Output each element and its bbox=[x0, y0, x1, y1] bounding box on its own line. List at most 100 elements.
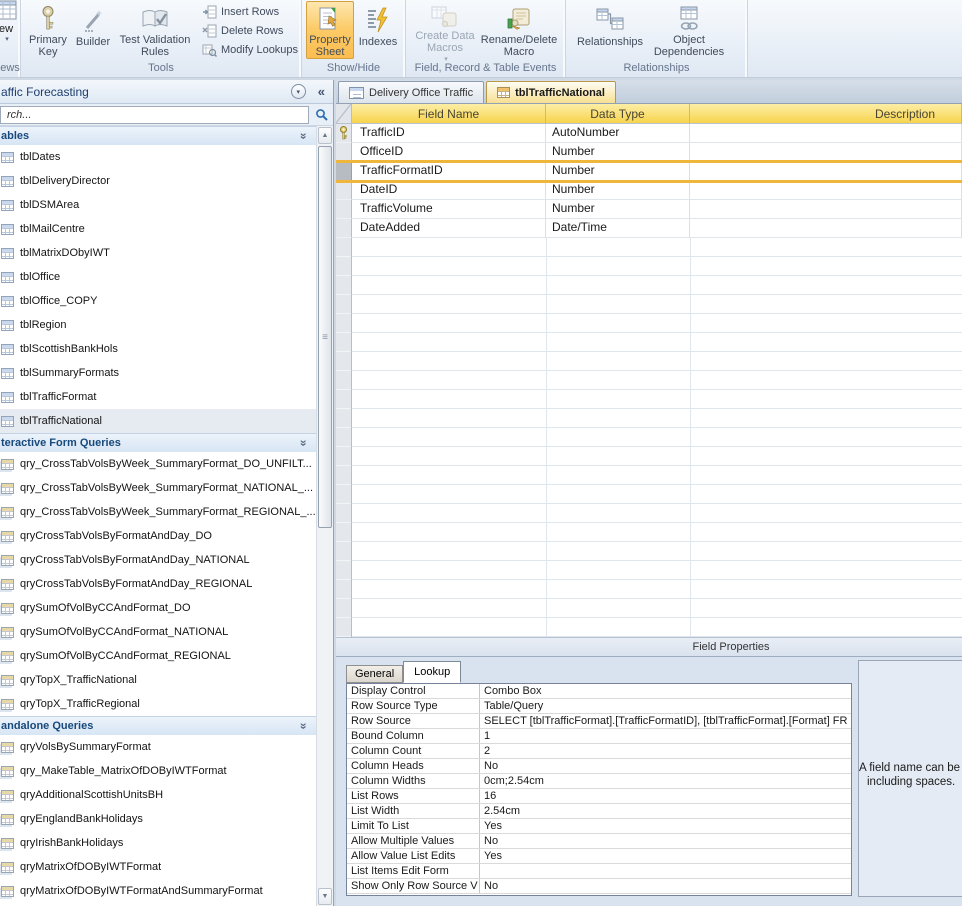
chevron-up-icon[interactable]: « bbox=[296, 440, 310, 447]
field-name-cell[interactable]: DateID bbox=[352, 181, 546, 200]
property-row[interactable]: List Items Edit Form bbox=[347, 864, 851, 879]
row-selector[interactable] bbox=[336, 219, 352, 238]
field-name-cell[interactable]: TrafficID bbox=[352, 124, 546, 143]
field-name-cell[interactable]: DateAdded bbox=[352, 219, 546, 238]
nav-pane-header[interactable]: affic Forecasting ▾ « bbox=[0, 80, 333, 104]
search-button[interactable] bbox=[309, 108, 333, 121]
row-selector[interactable] bbox=[336, 162, 352, 181]
nav-item-query[interactable]: qry_MakeTable_MatrixOfDOByIWTFormat bbox=[0, 759, 316, 783]
data-type-cell[interactable]: Number bbox=[546, 200, 690, 219]
empty-grid-rows[interactable] bbox=[336, 238, 962, 637]
nav-item-query[interactable]: qryVolsBySummaryFormat bbox=[0, 735, 316, 759]
data-type-cell[interactable]: AutoNumber bbox=[546, 124, 690, 143]
nav-item-query[interactable]: qryMatrixOfDOByIWTFormatAndSummaryFormat bbox=[0, 879, 316, 903]
nav-item-query[interactable]: qryCrossTabVolsByFormatAndDay_DO bbox=[0, 524, 316, 548]
nav-section-header-interactive[interactable]: teractive Form Queries « bbox=[0, 433, 316, 452]
property-row[interactable]: List Rows 16 bbox=[347, 789, 851, 804]
nav-item-query[interactable]: qry_CrossTabVolsByWeek_SummaryFormat_NAT… bbox=[0, 476, 316, 500]
property-row[interactable]: Allow Value List Edits Yes bbox=[347, 849, 851, 864]
indexes-button[interactable]: Indexes bbox=[354, 1, 402, 59]
field-row[interactable]: TrafficFormatID Number bbox=[336, 162, 962, 181]
property-row[interactable]: Limit To List Yes bbox=[347, 819, 851, 834]
tab-lookup[interactable]: Lookup bbox=[403, 661, 461, 683]
nav-item-table[interactable]: tblDates bbox=[0, 145, 316, 169]
nav-item-query[interactable]: qry_CrossTabVolsByWeek_SummaryFormat_DO_… bbox=[0, 452, 316, 476]
tab-general[interactable]: General bbox=[346, 665, 403, 683]
object-dependencies-button[interactable]: Object Dependencies bbox=[646, 1, 732, 59]
nav-item-table[interactable]: tblOffice bbox=[0, 265, 316, 289]
field-row[interactable]: TrafficVolume Number bbox=[336, 200, 962, 219]
property-row[interactable]: Column Count 2 bbox=[347, 744, 851, 759]
nav-item-query[interactable]: qrySumOfVolByCCAndFormat_NATIONAL bbox=[0, 620, 316, 644]
nav-item-table[interactable]: tblMailCentre bbox=[0, 217, 316, 241]
property-value[interactable]: 1 bbox=[480, 729, 851, 743]
nav-item-query[interactable]: qryAdditionalScottishUnitsBH bbox=[0, 783, 316, 807]
primary-key-button[interactable]: Primary Key bbox=[24, 1, 72, 59]
data-type-cell[interactable]: Date/Time bbox=[546, 219, 690, 238]
property-value[interactable]: SELECT [tblTrafficFormat].[TrafficFormat… bbox=[480, 714, 851, 728]
field-name-cell[interactable]: TrafficFormatID bbox=[352, 162, 546, 181]
nav-item-table[interactable]: tblOffice_COPY bbox=[0, 289, 316, 313]
property-row[interactable]: Bound Column 1 bbox=[347, 729, 851, 744]
builder-button[interactable]: Builder bbox=[72, 1, 114, 59]
property-value[interactable] bbox=[480, 864, 851, 878]
grid-corner-cell[interactable] bbox=[336, 104, 352, 124]
description-cell[interactable] bbox=[690, 200, 962, 219]
chevron-up-icon[interactable]: « bbox=[296, 723, 310, 730]
row-selector[interactable] bbox=[336, 181, 352, 200]
tab-tbltrafficnational[interactable]: tblTrafficNational bbox=[486, 81, 616, 103]
delete-rows-button[interactable]: Delete Rows bbox=[202, 22, 298, 39]
field-row[interactable]: DateAdded Date/Time bbox=[336, 219, 962, 238]
nav-item-table[interactable]: tblMatrixDObyIWT bbox=[0, 241, 316, 265]
nav-item-query[interactable]: qryCrossTabVolsByFormatAndDay_REGIONAL bbox=[0, 572, 316, 596]
nav-item-query[interactable]: qryCrossTabVolsByFormatAndDay_NATIONAL bbox=[0, 548, 316, 572]
property-value[interactable]: No bbox=[480, 879, 851, 893]
description-cell[interactable] bbox=[690, 219, 962, 238]
nav-menu-button[interactable]: ▾ bbox=[291, 84, 306, 99]
nav-item-query[interactable]: qrySumOfVolByCCAndFormat_REGIONAL bbox=[0, 644, 316, 668]
modify-lookups-button[interactable]: Modify Lookups bbox=[202, 41, 298, 58]
nav-section-header-standalone[interactable]: andalone Queries « bbox=[0, 716, 316, 735]
test-validation-rules-button[interactable]: Test Validation Rules bbox=[114, 1, 196, 59]
scroll-up-button[interactable]: ▲ bbox=[318, 127, 332, 144]
nav-item-query[interactable]: qrySumOfVolByCCAndFormat_DO bbox=[0, 596, 316, 620]
nav-item-query[interactable]: qryTopX_TrafficNational bbox=[0, 668, 316, 692]
row-selector[interactable] bbox=[336, 124, 352, 143]
property-value[interactable]: Combo Box bbox=[480, 684, 851, 698]
nav-item-query[interactable]: qryTopX_TrafficRegional bbox=[0, 692, 316, 716]
property-value[interactable]: 2 bbox=[480, 744, 851, 758]
property-row[interactable]: Column Widths 0cm;2.54cm bbox=[347, 774, 851, 789]
search-input[interactable]: rch... bbox=[0, 106, 309, 124]
property-row[interactable]: Display Control Combo Box bbox=[347, 684, 851, 699]
nav-item-query[interactable]: qryEnglandBankHolidays bbox=[0, 807, 316, 831]
property-sheet-button[interactable]: Property Sheet bbox=[306, 1, 354, 59]
nav-item-table[interactable]: tblTrafficNational bbox=[0, 409, 316, 433]
nav-item-table[interactable]: tblRegion bbox=[0, 313, 316, 337]
row-selector[interactable] bbox=[336, 200, 352, 219]
nav-item-query[interactable]: qryIrishBankHolidays bbox=[0, 831, 316, 855]
empty-row-selectors[interactable] bbox=[336, 238, 352, 637]
property-value[interactable]: 16 bbox=[480, 789, 851, 803]
property-value[interactable]: 0cm;2.54cm bbox=[480, 774, 851, 788]
nav-item-query[interactable]: qryMatrixOfDOByIWTFormat bbox=[0, 855, 316, 879]
field-row[interactable]: DateID Number bbox=[336, 181, 962, 200]
nav-item-table[interactable]: tblDeliveryDirector bbox=[0, 169, 316, 193]
property-row[interactable]: List Width 2.54cm bbox=[347, 804, 851, 819]
nav-item-table[interactable]: tblDSMArea bbox=[0, 193, 316, 217]
property-row[interactable]: Row Source Type Table/Query bbox=[347, 699, 851, 714]
property-value[interactable]: Yes bbox=[480, 849, 851, 863]
property-value[interactable]: Yes bbox=[480, 819, 851, 833]
field-name-cell[interactable]: TrafficVolume bbox=[352, 200, 546, 219]
description-cell[interactable] bbox=[690, 162, 962, 181]
property-value[interactable]: Table/Query bbox=[480, 699, 851, 713]
scrollbar-thumb[interactable]: ≡ bbox=[318, 146, 332, 528]
property-row[interactable]: Column Heads No bbox=[347, 759, 851, 774]
relationships-button[interactable]: Relationships bbox=[574, 1, 646, 59]
nav-item-table[interactable]: tblTrafficFormat bbox=[0, 385, 316, 409]
chevron-up-icon[interactable]: « bbox=[296, 133, 310, 140]
property-value[interactable]: 2.54cm bbox=[480, 804, 851, 818]
nav-section-header-tables[interactable]: ables « bbox=[0, 126, 316, 145]
nav-item-table[interactable]: tblScottishBankHols bbox=[0, 337, 316, 361]
collapse-pane-button[interactable]: « bbox=[314, 84, 329, 99]
scroll-down-button[interactable]: ▼ bbox=[318, 888, 332, 905]
